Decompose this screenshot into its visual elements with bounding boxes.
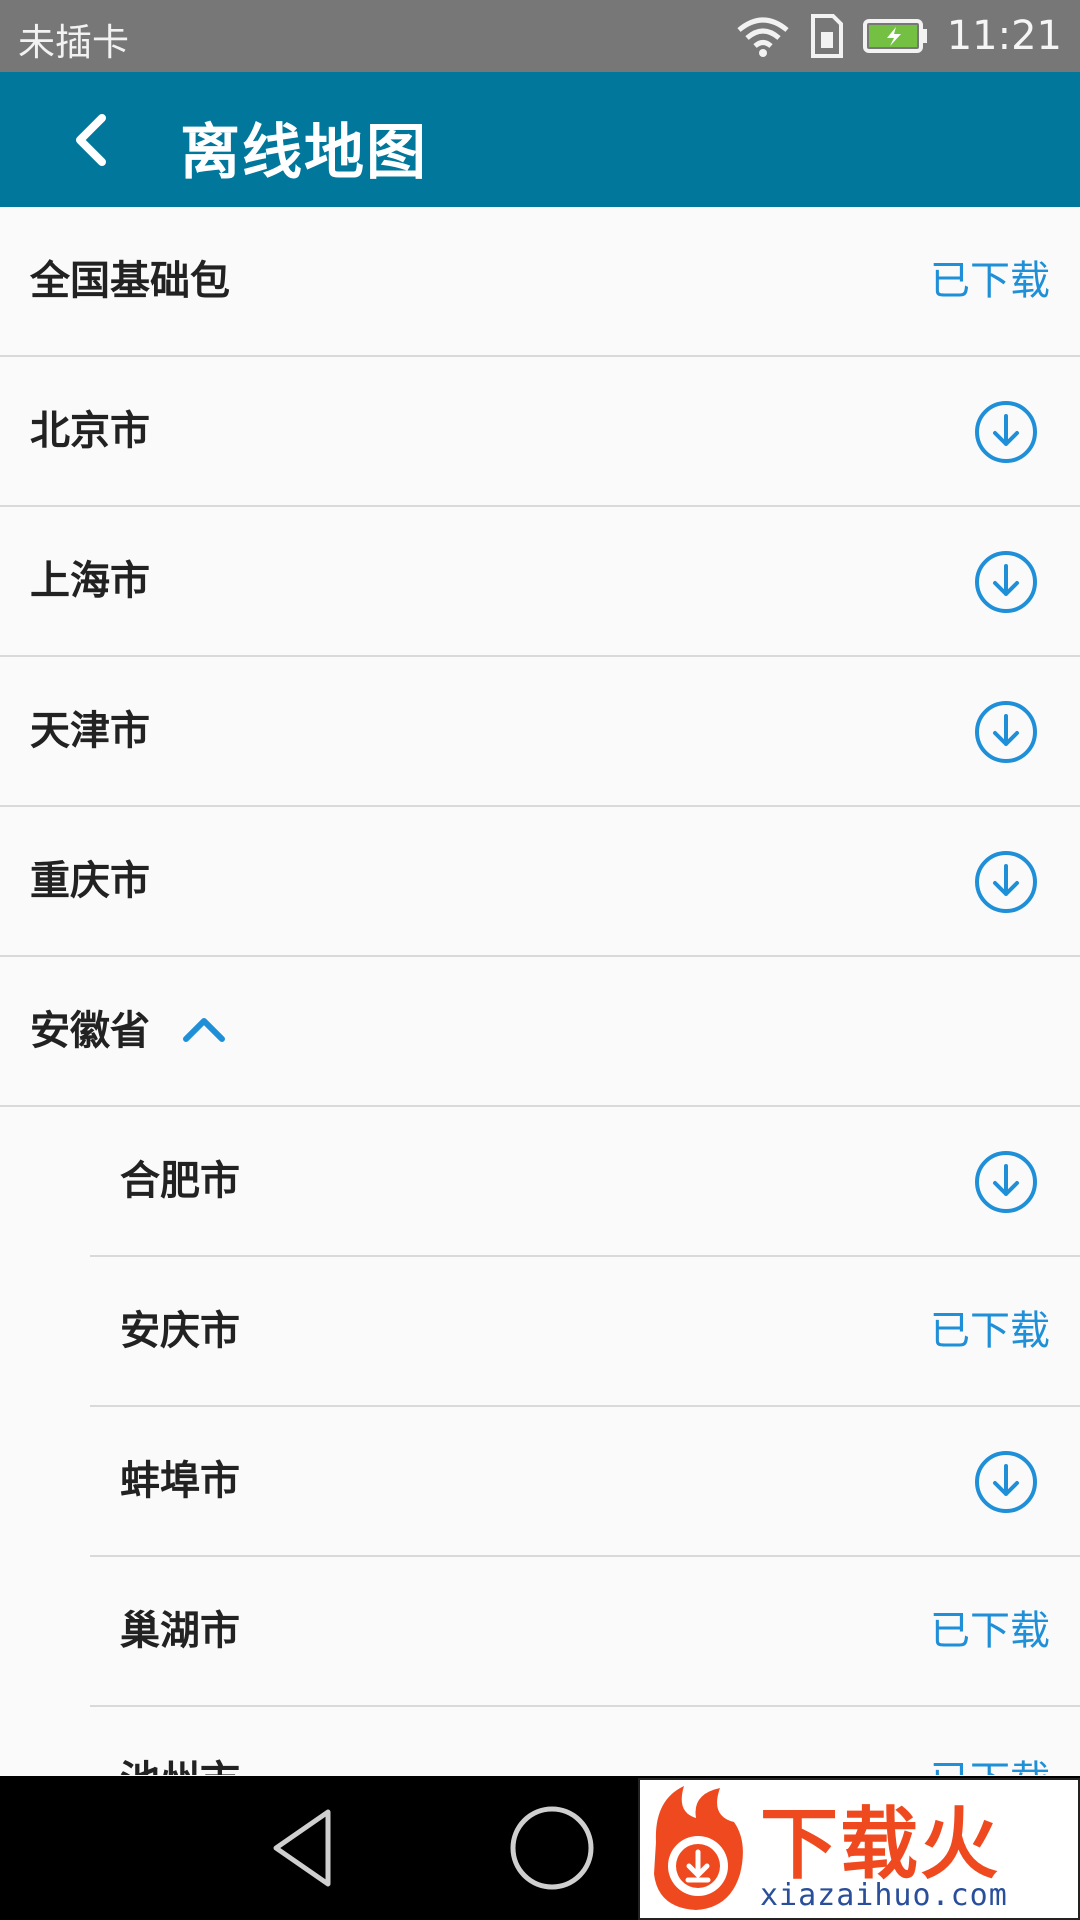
downloaded-status: 已下载	[930, 1608, 1050, 1654]
sim-icon	[810, 14, 843, 58]
watermark-url: xiazaihuo.com	[760, 1878, 1008, 1913]
download-icon[interactable]	[974, 400, 1038, 464]
list-item[interactable]: 上海市	[0, 507, 1080, 657]
list-item-label: 全国基础包	[30, 258, 230, 304]
list-item[interactable]: 北京市	[0, 357, 1080, 507]
list-item[interactable]: 巢湖市 已下载	[90, 1557, 1080, 1707]
download-icon[interactable]	[974, 850, 1038, 914]
download-icon[interactable]	[974, 1150, 1038, 1214]
download-icon[interactable]	[974, 550, 1038, 614]
status-bar: 未插卡 11:21	[0, 0, 1080, 72]
list-item[interactable]: 蚌埠市	[90, 1407, 1080, 1557]
list-item-label: 合肥市	[120, 1158, 240, 1204]
download-icon[interactable]	[974, 700, 1038, 764]
back-button[interactable]	[50, 100, 130, 180]
list-item-label: 上海市	[30, 558, 150, 604]
list-item-label: 安徽省	[30, 1008, 150, 1054]
status-icons: 11:21	[735, 10, 1062, 62]
list-item-label: 巢湖市	[120, 1608, 240, 1654]
downloaded-status: 已下载	[930, 1707, 1050, 1775]
province-item-anhui[interactable]: 安徽省	[0, 957, 1080, 1107]
downloaded-status: 已下载	[930, 258, 1050, 304]
province-label-row: 安徽省	[30, 957, 226, 1105]
downloaded-status: 已下载	[930, 1308, 1050, 1354]
nav-back-icon[interactable]	[268, 1806, 338, 1890]
watermark-logo: 下载火 xiazaihuo.com	[638, 1778, 1080, 1920]
list-item[interactable]: 安庆市 已下载	[90, 1257, 1080, 1407]
wifi-icon	[737, 17, 789, 57]
list-item-label: 池州市	[120, 1707, 240, 1775]
flame-logo-icon	[654, 1786, 743, 1910]
list-item-label: 安庆市	[120, 1308, 240, 1354]
list-item-label: 天津市	[30, 708, 150, 754]
city-list[interactable]: 全国基础包 已下载 北京市 上海市 天津市 重庆市 安徽省 合肥市 安庆市 已下…	[0, 207, 1080, 1775]
list-item[interactable]: 重庆市	[0, 807, 1080, 957]
list-item[interactable]: 全国基础包 已下载	[0, 207, 1080, 357]
list-item[interactable]: 合肥市	[90, 1107, 1080, 1257]
nav-home-icon[interactable]	[508, 1804, 596, 1892]
list-item-label: 北京市	[30, 408, 150, 454]
list-item[interactable]: 天津市	[0, 657, 1080, 807]
carrier-label: 未插卡	[18, 21, 129, 64]
list-item-label: 重庆市	[30, 858, 150, 904]
page-title: 离线地图	[180, 118, 428, 188]
battery-charging-icon	[862, 19, 927, 53]
list-item-label: 蚌埠市	[120, 1458, 240, 1504]
chevron-up-icon[interactable]	[182, 1015, 226, 1043]
back-arrow-icon	[76, 114, 106, 166]
clock: 11:21	[946, 13, 1062, 59]
list-item[interactable]: 池州市 已下载	[90, 1707, 1080, 1775]
download-icon[interactable]	[974, 1450, 1038, 1514]
app-bar: 离线地图	[0, 72, 1080, 207]
